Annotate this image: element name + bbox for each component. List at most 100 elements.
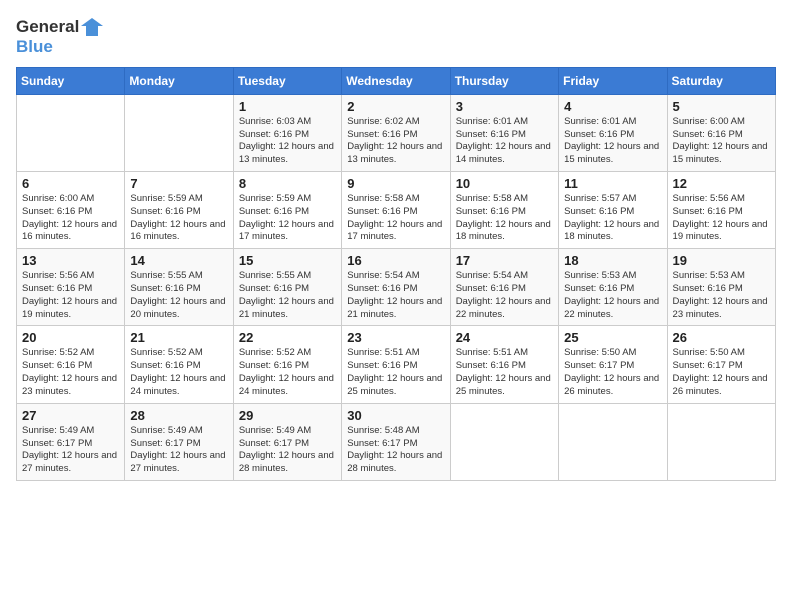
col-header-tuesday: Tuesday [233,67,341,94]
calendar-cell: 16 Sunrise: 5:54 AM Sunset: 6:16 PM Dayli… [342,249,450,326]
header: General Blue [16,16,776,57]
calendar-cell: 7 Sunrise: 5:59 AM Sunset: 6:16 PM Daylig… [125,171,233,248]
calendar-cell: 17Sunrise: 5:54 AM Sunset: 6:16 PM Dayli… [450,249,558,326]
calendar-cell: 19Sunrise: 5:53 AM Sunset: 6:16 PM Dayli… [667,249,775,326]
logo-text: General Blue [16,16,103,57]
calendar-cell: 11 Sunrise: 5:57 AM Sunset: 6:16 PM Dayli… [559,171,667,248]
day-number: 1 [239,99,336,114]
calendar-cell [125,94,233,171]
calendar-cell: 12 Sunrise: 5:56 AM Sunset: 6:16 PM Dayli… [667,171,775,248]
day-info: Sunrise: 5:51 AM Sunset: 6:16 PM Dayligh… [347,347,444,398]
calendar-cell: 26Sunrise: 5:50 AM Sunset: 6:17 PM Dayli… [667,326,775,403]
col-header-thursday: Thursday [450,67,558,94]
day-info: Sunrise: 5:50 AM Sunset: 6:17 PM Dayligh… [564,347,661,398]
calendar-week-3: 13Sunrise: 5:56 AM Sunset: 6:16 PM Dayli… [17,249,776,326]
calendar-cell: 28Sunrise: 5:49 AM Sunset: 6:17 PM Dayli… [125,403,233,480]
col-header-saturday: Saturday [667,67,775,94]
col-header-monday: Monday [125,67,233,94]
calendar-cell: 13Sunrise: 5:56 AM Sunset: 6:16 PM Dayli… [17,249,125,326]
calendar-cell: 27 Sunrise: 5:49 AM Sunset: 6:17 PM Dayli… [17,403,125,480]
day-info: Sunrise: 5:54 AM Sunset: 6:16 PM Dayligh… [347,270,444,321]
calendar-week-2: 6 Sunrise: 6:00 AM Sunset: 6:16 PM Daylig… [17,171,776,248]
day-number: 29 [239,408,336,423]
day-number: 23 [347,330,444,345]
day-info: Sunrise: 5:48 AM Sunset: 6:17 PM Dayligh… [347,425,444,476]
calendar-cell [559,403,667,480]
day-number: 8 [239,176,336,191]
day-info: Sunrise: 5:57 AM Sunset: 6:16 PM Dayligh… [564,193,661,244]
day-number: 22 [239,330,336,345]
day-number: 9 [347,176,444,191]
day-info: Sunrise: 5:59 AM Sunset: 6:16 PM Dayligh… [130,193,227,244]
logo-general: General [16,18,79,37]
day-number: 17 [456,253,553,268]
calendar-cell: 29Sunrise: 5:49 AM Sunset: 6:17 PM Dayli… [233,403,341,480]
logo: General Blue [16,16,103,57]
day-info: Sunrise: 6:02 AM Sunset: 6:16 PM Dayligh… [347,116,444,167]
calendar-cell: 14 Sunrise: 5:55 AM Sunset: 6:16 PM Dayli… [125,249,233,326]
day-number: 19 [673,253,770,268]
calendar-cell: 30Sunrise: 5:48 AM Sunset: 6:17 PM Dayli… [342,403,450,480]
calendar-cell: 2 Sunrise: 6:02 AM Sunset: 6:16 PM Daylig… [342,94,450,171]
day-info: Sunrise: 5:58 AM Sunset: 6:16 PM Dayligh… [347,193,444,244]
day-info: Sunrise: 5:52 AM Sunset: 6:16 PM Dayligh… [22,347,119,398]
day-number: 14 [130,253,227,268]
day-number: 6 [22,176,119,191]
day-info: Sunrise: 5:52 AM Sunset: 6:16 PM Dayligh… [130,347,227,398]
calendar-cell: 15 Sunrise: 5:55 AM Sunset: 6:16 PM Dayli… [233,249,341,326]
day-number: 20 [22,330,119,345]
calendar-cell: 21Sunrise: 5:52 AM Sunset: 6:16 PM Dayli… [125,326,233,403]
day-info: Sunrise: 5:49 AM Sunset: 6:17 PM Dayligh… [22,425,119,476]
day-number: 24 [456,330,553,345]
calendar-week-5: 27 Sunrise: 5:49 AM Sunset: 6:17 PM Dayli… [17,403,776,480]
day-number: 2 [347,99,444,114]
col-header-wednesday: Wednesday [342,67,450,94]
calendar-week-1: 1Sunrise: 6:03 AM Sunset: 6:16 PM Daylig… [17,94,776,171]
day-number: 18 [564,253,661,268]
calendar-cell: 3 Sunrise: 6:01 AM Sunset: 6:16 PM Daylig… [450,94,558,171]
day-info: Sunrise: 5:55 AM Sunset: 6:16 PM Dayligh… [130,270,227,321]
day-info: Sunrise: 5:55 AM Sunset: 6:16 PM Dayligh… [239,270,336,321]
col-header-sunday: Sunday [17,67,125,94]
day-number: 26 [673,330,770,345]
day-info: Sunrise: 5:56 AM Sunset: 6:16 PM Dayligh… [673,193,770,244]
day-number: 13 [22,253,119,268]
col-header-friday: Friday [559,67,667,94]
calendar-cell: 6 Sunrise: 6:00 AM Sunset: 6:16 PM Daylig… [17,171,125,248]
calendar-cell: 1Sunrise: 6:03 AM Sunset: 6:16 PM Daylig… [233,94,341,171]
day-number: 7 [130,176,227,191]
day-info: Sunrise: 5:52 AM Sunset: 6:16 PM Dayligh… [239,347,336,398]
logo-bird-icon [81,16,103,38]
day-info: Sunrise: 6:00 AM Sunset: 6:16 PM Dayligh… [22,193,119,244]
calendar-cell: 4 Sunrise: 6:01 AM Sunset: 6:16 PM Daylig… [559,94,667,171]
calendar-cell: 25 Sunrise: 5:50 AM Sunset: 6:17 PM Dayli… [559,326,667,403]
day-number: 25 [564,330,661,345]
day-info: Sunrise: 6:01 AM Sunset: 6:16 PM Dayligh… [456,116,553,167]
calendar-week-4: 20 Sunrise: 5:52 AM Sunset: 6:16 PM Dayli… [17,326,776,403]
day-number: 3 [456,99,553,114]
day-number: 27 [22,408,119,423]
calendar-cell: 9 Sunrise: 5:58 AM Sunset: 6:16 PM Daylig… [342,171,450,248]
calendar-cell: 8Sunrise: 5:59 AM Sunset: 6:16 PM Daylig… [233,171,341,248]
calendar-cell: 18Sunrise: 5:53 AM Sunset: 6:16 PM Dayli… [559,249,667,326]
calendar-cell: 24 Sunrise: 5:51 AM Sunset: 6:16 PM Dayli… [450,326,558,403]
day-number: 15 [239,253,336,268]
calendar-cell: 23 Sunrise: 5:51 AM Sunset: 6:16 PM Dayli… [342,326,450,403]
day-number: 16 [347,253,444,268]
day-number: 11 [564,176,661,191]
day-info: Sunrise: 6:01 AM Sunset: 6:16 PM Dayligh… [564,116,661,167]
day-number: 4 [564,99,661,114]
calendar-table: SundayMondayTuesdayWednesdayThursdayFrid… [16,67,776,481]
calendar-cell: 20 Sunrise: 5:52 AM Sunset: 6:16 PM Dayli… [17,326,125,403]
day-number: 12 [673,176,770,191]
day-number: 5 [673,99,770,114]
calendar-cell [667,403,775,480]
calendar-header-row: SundayMondayTuesdayWednesdayThursdayFrid… [17,67,776,94]
calendar-cell [17,94,125,171]
day-info: Sunrise: 5:51 AM Sunset: 6:16 PM Dayligh… [456,347,553,398]
day-info: Sunrise: 5:58 AM Sunset: 6:16 PM Dayligh… [456,193,553,244]
day-info: Sunrise: 5:49 AM Sunset: 6:17 PM Dayligh… [130,425,227,476]
day-number: 10 [456,176,553,191]
calendar-cell [450,403,558,480]
calendar-cell: 22 Sunrise: 5:52 AM Sunset: 6:16 PM Dayli… [233,326,341,403]
